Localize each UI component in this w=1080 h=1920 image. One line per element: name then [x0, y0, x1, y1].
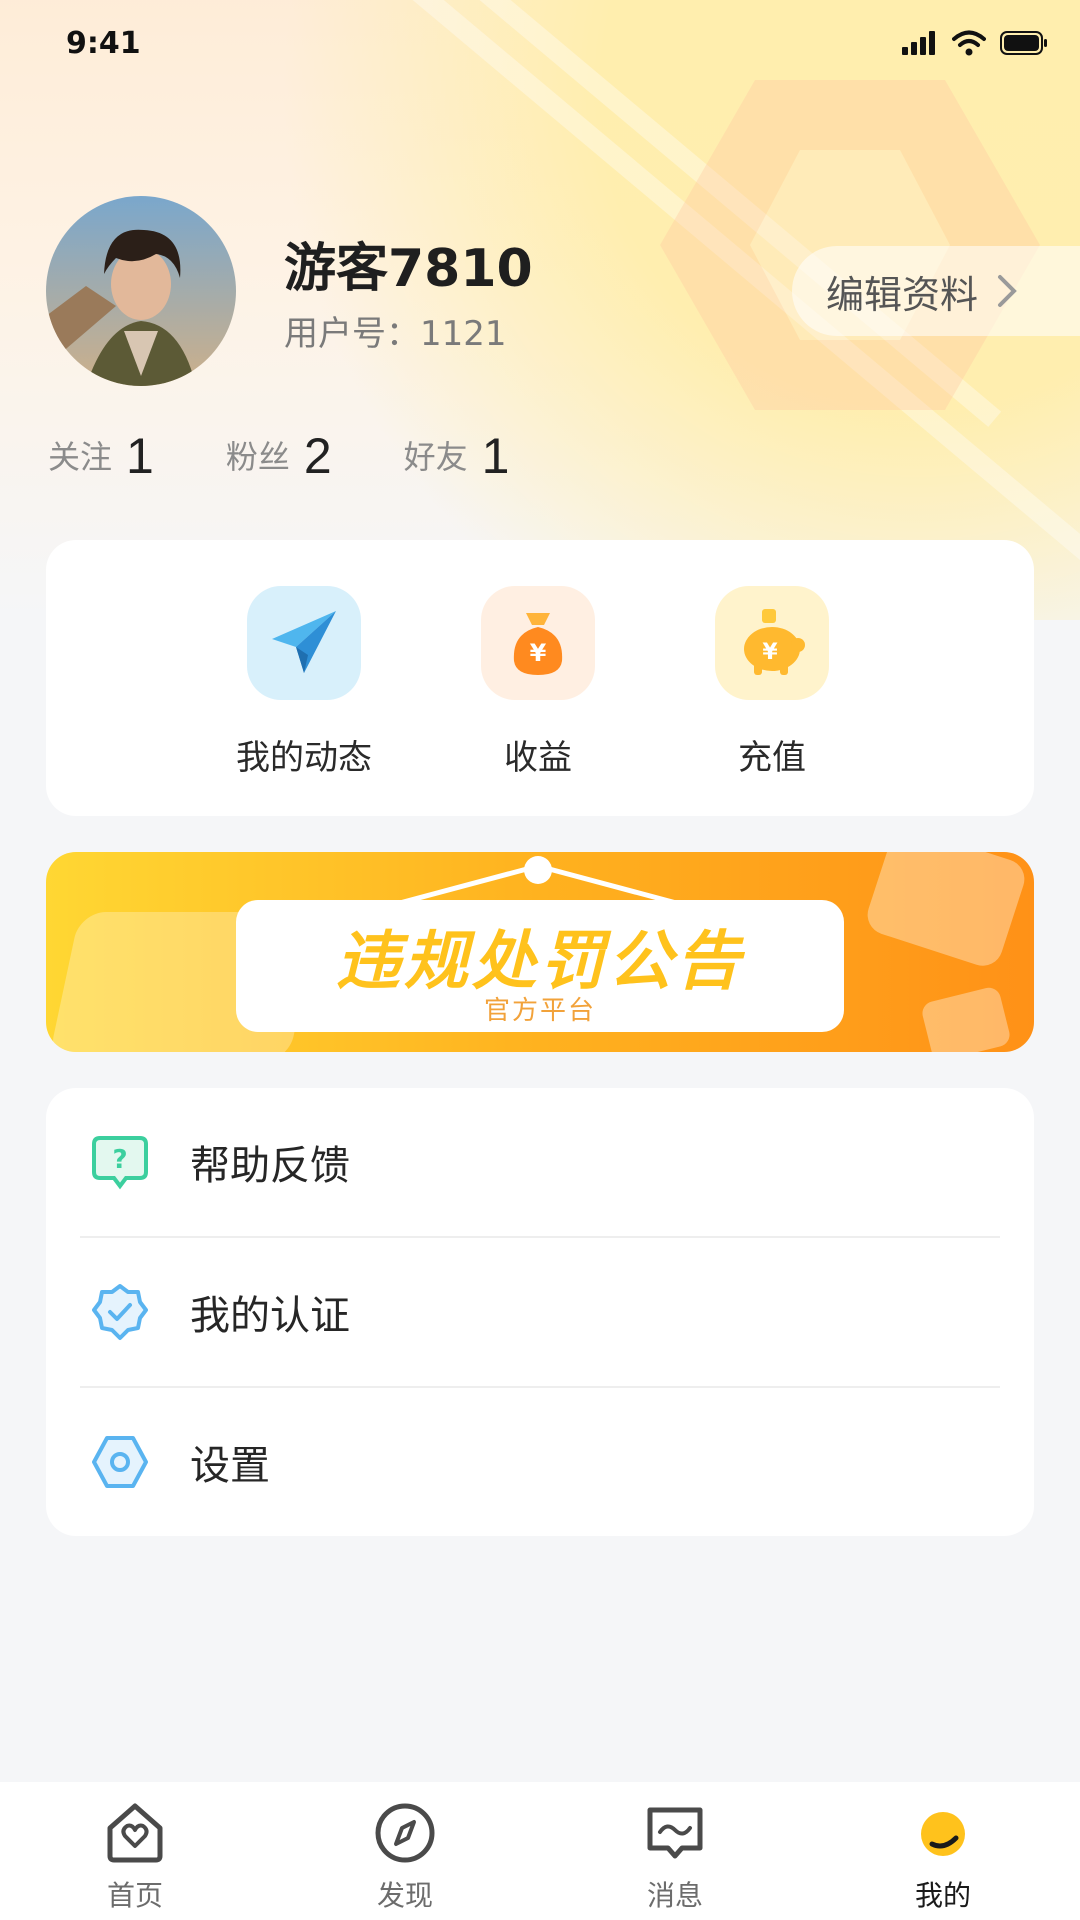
help-bubble-icon: ?: [92, 1136, 148, 1190]
hexagon-decor: [660, 80, 1040, 410]
status-time: 9:41: [66, 26, 141, 61]
menu-item-label: 我的认证: [190, 1293, 350, 1339]
message-icon: [647, 1807, 703, 1859]
nav-tab-mine[interactable]: 我的: [873, 1800, 1013, 1914]
stat-following[interactable]: 关注 1: [48, 428, 154, 484]
battery-icon: [1000, 31, 1047, 55]
menu-item-help-feedback[interactable]: ? 帮助反馈: [46, 1088, 1034, 1236]
stat-value: 1: [126, 428, 154, 484]
chevron-right-icon: [998, 275, 1017, 307]
svg-text:?: ?: [112, 1145, 127, 1175]
banner-decor-shape: [919, 985, 1013, 1052]
quick-action-earnings[interactable]: ¥ 收益: [438, 586, 638, 779]
compass-icon: [375, 1803, 435, 1863]
avatar[interactable]: [46, 196, 236, 386]
money-bag-icon: ¥: [481, 586, 595, 700]
stat-label: 好友: [403, 438, 468, 476]
nav-label: 发现: [376, 1879, 433, 1912]
user-id-value: 1121: [420, 314, 507, 354]
avatar-image: [46, 196, 236, 386]
quick-action-label: 充值: [738, 738, 806, 778]
stat-value: 2: [303, 428, 332, 484]
settings-menu: ? 帮助反馈 我的认证 设置: [46, 1088, 1034, 1536]
edit-profile-button[interactable]: 编辑资料: [792, 246, 1080, 336]
piggy-bank-icon: ¥: [715, 586, 829, 700]
nav-label: 消息: [646, 1879, 703, 1912]
settings-hexagon-icon: [92, 1436, 148, 1488]
stats-row: 关注 1 粉丝 2 好友 1: [48, 428, 581, 484]
home-heart-icon: [107, 1803, 163, 1863]
quick-action-my-posts[interactable]: 我的动态: [204, 586, 404, 779]
penalty-notice-banner[interactable]: 违规处罚公告 官方平台: [46, 852, 1034, 1052]
menu-item-settings[interactable]: 设置: [46, 1388, 1034, 1536]
quick-actions-card: 我的动态 ¥ 收益 ¥ 充值: [46, 540, 1034, 816]
stat-friends[interactable]: 好友 1: [403, 428, 510, 484]
wifi-icon: [952, 30, 986, 56]
status-bar: 9:41: [0, 0, 1080, 90]
banner-subtitle: 官方平台: [483, 996, 596, 1026]
username: 游客7810: [284, 239, 533, 299]
profile-dot-icon: [921, 1812, 965, 1856]
menu-item-my-verification[interactable]: 我的认证: [46, 1238, 1034, 1386]
svg-text:¥: ¥: [530, 639, 547, 667]
nav-tab-messages[interactable]: 消息: [605, 1800, 745, 1914]
edit-profile-label: 编辑资料: [826, 272, 979, 317]
cellular-signal-icon: [902, 31, 935, 55]
quick-action-label: 我的动态: [236, 738, 372, 778]
paper-plane-icon: [247, 586, 361, 700]
user-id-row: 用户号：1121: [284, 306, 507, 355]
verified-badge-icon: [92, 1284, 148, 1340]
stat-value: 1: [481, 428, 510, 484]
bottom-navigation: 首页 发现 消息 我的: [0, 1782, 1080, 1920]
stat-followers[interactable]: 粉丝 2: [225, 428, 332, 484]
banner-title: 违规处罚公告: [336, 925, 744, 999]
nav-tab-discover[interactable]: 发现: [335, 1800, 475, 1914]
status-icons: [902, 30, 1048, 56]
menu-item-label: 帮助反馈: [190, 1143, 350, 1189]
quick-action-recharge[interactable]: ¥ 充值: [672, 586, 872, 779]
nav-label: 首页: [106, 1879, 163, 1912]
nav-tab-home[interactable]: 首页: [65, 1800, 205, 1914]
banner-pin: [524, 856, 552, 884]
stat-label: 关注: [48, 438, 113, 476]
svg-text:¥: ¥: [762, 640, 778, 665]
quick-action-label: 收益: [504, 738, 572, 778]
stat-label: 粉丝: [225, 438, 290, 476]
menu-item-label: 设置: [190, 1443, 270, 1489]
user-id-label: 用户号：: [284, 314, 420, 354]
nav-label: 我的: [914, 1879, 971, 1912]
